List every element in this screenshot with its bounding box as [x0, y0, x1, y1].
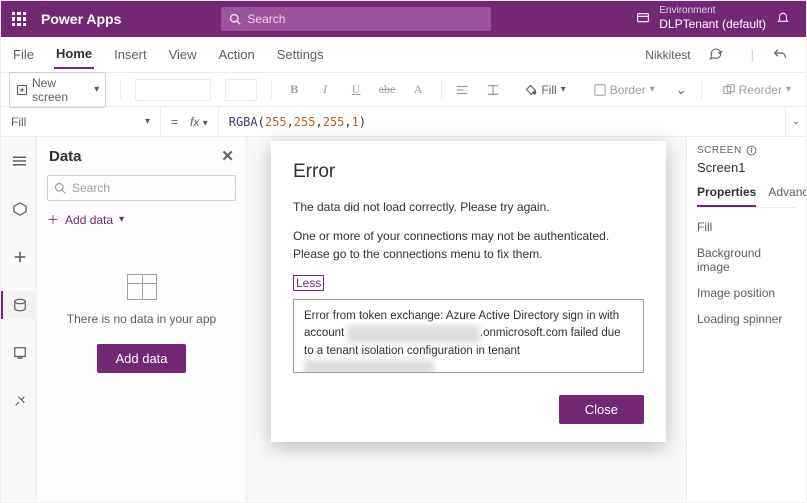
- data-search-input[interactable]: Search: [47, 175, 236, 201]
- plus-icon: ＋: [47, 211, 59, 228]
- border-button[interactable]: Border ▾: [587, 79, 662, 101]
- redacted-account: xxxxxxxxxxxxx@xxxxxxxx: [347, 325, 479, 342]
- environment-picker[interactable]: Environment DLPTenant (default): [625, 5, 776, 32]
- reorder-button[interactable]: Reorder ▾: [716, 79, 798, 101]
- screen-section-label: SCREEN: [697, 145, 742, 156]
- prop-fill[interactable]: Fill: [697, 220, 796, 234]
- menu-file[interactable]: File: [11, 41, 36, 68]
- environment-caption: Environment: [659, 5, 766, 17]
- border-icon: [594, 84, 606, 96]
- new-screen-button[interactable]: New screen ▾: [9, 72, 106, 108]
- fx-label[interactable]: fx ▾: [190, 115, 208, 129]
- tab-advanced[interactable]: Advanced: [768, 185, 807, 207]
- menu-view[interactable]: View: [167, 41, 199, 68]
- add-data-button[interactable]: Add data: [97, 344, 185, 373]
- environment-name: DLPTenant (default): [659, 17, 766, 31]
- vertical-align-button[interactable]: [486, 83, 503, 97]
- font-family-select[interactable]: [135, 79, 210, 101]
- fill-color-button[interactable]: Fill ▾: [517, 79, 572, 101]
- reorder-label: Reorder: [739, 83, 782, 97]
- search-icon: [229, 13, 241, 25]
- chevron-down-icon: ▾: [561, 84, 566, 95]
- fill-label: Fill: [541, 83, 556, 97]
- rail-insert[interactable]: [1, 195, 37, 223]
- dialog-message-1: The data did not load correctly. Please …: [293, 199, 644, 216]
- brand-label: Power Apps: [37, 11, 131, 27]
- formula-expand-button[interactable]: ⌄: [786, 116, 806, 127]
- undo-button[interactable]: [772, 47, 796, 63]
- error-details-box[interactable]: Error from token exchange: Azure Active …: [293, 299, 644, 373]
- rail-tools[interactable]: [1, 387, 37, 415]
- overflow-chevron[interactable]: ⌄: [676, 82, 687, 98]
- empty-data-icon: [127, 274, 157, 300]
- prop-image-position[interactable]: Image position: [697, 286, 796, 300]
- italic-button[interactable]: I: [317, 82, 334, 97]
- rail-add[interactable]: [1, 243, 37, 271]
- menu-action[interactable]: Action: [217, 41, 257, 68]
- environment-icon: [635, 11, 651, 27]
- error-dialog: Error The data did not load correctly. P…: [271, 141, 666, 442]
- paint-bucket-icon: [524, 83, 537, 96]
- strike-button[interactable]: abc: [379, 82, 396, 97]
- rail-data[interactable]: [1, 291, 37, 319]
- info-icon[interactable]: [746, 145, 757, 156]
- equals-label: =: [171, 115, 178, 129]
- close-panel-button[interactable]: ✕: [221, 147, 234, 165]
- menu-settings[interactable]: Settings: [275, 41, 326, 68]
- app-checker-icon[interactable]: [709, 47, 733, 63]
- font-size-select[interactable]: [225, 79, 257, 101]
- align-button[interactable]: [455, 83, 472, 97]
- property-selector[interactable]: Fill ▾: [1, 107, 161, 136]
- data-search-placeholder: Search: [72, 181, 110, 195]
- menu-insert[interactable]: Insert: [112, 41, 149, 68]
- search-icon: [54, 182, 66, 194]
- toggle-details-link[interactable]: Less: [293, 275, 324, 291]
- app-launcher-button[interactable]: [1, 1, 37, 37]
- chevron-down-icon: ▾: [119, 214, 124, 225]
- new-screen-icon: [16, 84, 28, 96]
- data-panel-title: Data: [49, 148, 82, 165]
- waffle-icon: [12, 12, 26, 26]
- rail-media[interactable]: [1, 339, 37, 367]
- new-screen-label: New screen: [32, 76, 90, 104]
- prop-background-image[interactable]: Background image: [697, 246, 796, 274]
- close-button[interactable]: Close: [559, 395, 644, 424]
- prop-loading-spinner[interactable]: Loading spinner: [697, 312, 796, 326]
- font-color-button[interactable]: A: [410, 82, 427, 97]
- global-search-input[interactable]: Search: [221, 7, 491, 31]
- dialog-title: Error: [293, 161, 644, 183]
- border-label: Border: [610, 83, 646, 97]
- underline-button[interactable]: U: [348, 82, 365, 97]
- tab-properties[interactable]: Properties: [697, 185, 756, 207]
- rail-tree-view[interactable]: [1, 147, 37, 175]
- chevron-down-icon: ▾: [145, 116, 150, 127]
- add-data-label: Add data: [65, 213, 113, 227]
- global-search-placeholder: Search: [247, 12, 285, 26]
- user-name[interactable]: Nikkitest: [645, 48, 690, 62]
- bold-button[interactable]: B: [286, 82, 303, 97]
- chevron-down-icon: ▾: [94, 84, 99, 95]
- dialog-message-2: One or more of your connections may not …: [293, 228, 644, 263]
- chevron-down-icon: ▾: [786, 84, 791, 95]
- screen-name[interactable]: Screen1: [697, 160, 796, 175]
- reorder-icon: [723, 84, 735, 96]
- chevron-down-icon: ▾: [650, 84, 655, 95]
- empty-data-text: There is no data in your app: [37, 312, 246, 326]
- redacted-tenant: xxxxxxxx-xxxx-xxxx-xxxx-: [304, 360, 434, 373]
- add-data-link[interactable]: ＋ Add data ▾: [47, 211, 236, 228]
- notifications-icon[interactable]: [776, 12, 806, 26]
- property-name: Fill: [11, 115, 26, 129]
- formula-input[interactable]: RGBA(255, 255, 255, 1): [219, 107, 786, 136]
- menu-home[interactable]: Home: [54, 40, 94, 69]
